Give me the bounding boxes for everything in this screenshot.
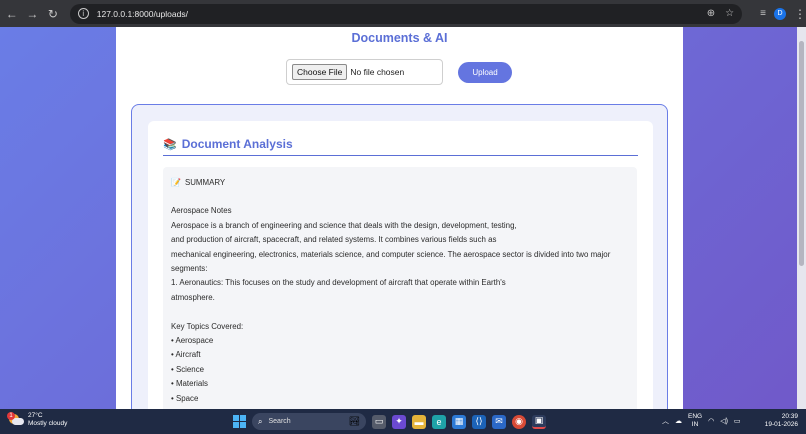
clock-time: 20:39 — [781, 413, 798, 420]
zoom-icon[interactable]: ⊕ — [707, 8, 715, 19]
summary-line: 1. Aeronautics: This focuses on the stud… — [171, 278, 506, 288]
chevron-up-icon[interactable]: ︿ — [662, 416, 669, 426]
summary-spacer — [171, 305, 629, 319]
lang-line-1: ENG — [688, 413, 703, 420]
choose-file-button[interactable]: Choose File — [292, 64, 348, 80]
windows-start-icon[interactable] — [233, 415, 246, 428]
chrome-icon[interactable]: ◉ — [512, 414, 526, 429]
search-icon: ⌕ — [258, 416, 263, 426]
summary-label: SUMMARY — [184, 178, 226, 187]
volume-icon[interactable]: ◁) — [720, 417, 728, 425]
site-info-icon[interactable]: i — [77, 8, 89, 19]
topic-item: • Materials — [171, 379, 208, 389]
bookmark-star-icon[interactable]: ☆ — [725, 8, 734, 19]
forward-icon[interactable]: → — [24, 7, 42, 21]
notification-badge: 1 — [7, 411, 15, 420]
summary-line: Aerospace is a branch of engineering and… — [171, 220, 517, 230]
upload-button[interactable]: Upload — [458, 62, 512, 83]
mail-icon[interactable]: ✉ — [492, 414, 506, 429]
analysis-title: Document Analysis — [181, 137, 293, 151]
page-scrollbar[interactable] — [797, 27, 806, 409]
weather-widget[interactable]: 1 27°C Mostly cloudy — [7, 411, 68, 428]
url-text[interactable]: 127.0.0.1:8000/uploads/ — [97, 9, 697, 19]
address-bar[interactable]: i 127.0.0.1:8000/uploads/ ⊕ ☆ — [69, 3, 743, 24]
summary-line: atmosphere. — [171, 292, 215, 302]
menu-kebab-icon[interactable]: ⋮ — [794, 7, 806, 21]
copilot-icon[interactable]: ✦ — [392, 414, 406, 429]
reload-icon[interactable]: ↻ — [44, 7, 62, 21]
weather-cloudy-icon: 1 — [7, 411, 24, 427]
weather-temp: 27°C — [28, 412, 43, 419]
summary-line: mechanical engineering, electronics, mat… — [171, 249, 611, 259]
taskbar-search[interactable]: ⌕ Search 🏞 — [252, 413, 366, 430]
analysis-header: 📚 Document Analysis — [163, 137, 638, 156]
page-viewport: Documents & AI Choose File No file chose… — [0, 27, 806, 409]
tab-search-icon[interactable]: ≡ — [760, 8, 766, 19]
analysis-container: 📚 Document Analysis 📝 SUMMARY Aerospace … — [131, 104, 668, 409]
books-icon: 📚 — [163, 138, 177, 151]
wifi-icon[interactable]: ◠ — [708, 417, 714, 425]
windows-taskbar: 1 27°C Mostly cloudy ⌕ Search 🏞 ▭ ✦ ▬ e … — [0, 409, 806, 434]
edge-browser-icon[interactable]: e — [432, 414, 446, 429]
weather-desc: Mostly cloudy — [28, 420, 68, 427]
summary-line: segments: — [171, 264, 208, 274]
store-icon[interactable]: ▦ — [452, 414, 466, 429]
lang-line-2: IN — [691, 420, 699, 428]
main-card: Documents & AI Choose File No file chose… — [116, 27, 683, 409]
topic-item: • Space — [171, 393, 199, 403]
analysis-panel: 📚 Document Analysis 📝 SUMMARY Aerospace … — [148, 121, 653, 409]
memo-icon: 📝 — [171, 178, 181, 187]
clock-date: 19-01-2026 — [764, 421, 798, 428]
file-input[interactable]: Choose File No file chosen — [286, 59, 443, 85]
battery-icon[interactable]: ▭ — [734, 417, 741, 425]
file-explorer-icon[interactable]: ▬ — [412, 414, 426, 429]
file-status-text: No file chosen — [350, 67, 405, 77]
system-clock[interactable]: 20:39 19-01-2026 — [762, 413, 798, 429]
search-placeholder: Search — [268, 418, 291, 425]
browser-toolbar: ← → ↻ i 127.0.0.1:8000/uploads/ ⊕ ☆ ≡ D … — [0, 0, 806, 27]
search-highlight-icon: 🏞 — [348, 416, 360, 426]
summary-line: and production of aircraft, spacecraft, … — [171, 235, 497, 245]
language-indicator[interactable]: ENG IN — [688, 413, 702, 428]
summary-line: Key Topics Covered: — [171, 321, 244, 331]
back-icon[interactable]: ← — [3, 7, 21, 21]
page-title: Documents & AI — [351, 31, 448, 45]
active-app-icon[interactable]: ▣ — [532, 414, 546, 429]
task-view-icon[interactable]: ▭ — [372, 414, 386, 429]
topic-item: • Aerospace — [171, 336, 214, 346]
profile-avatar[interactable]: D — [773, 7, 786, 20]
scrollbar-thumb[interactable] — [799, 41, 804, 266]
summary-box: 📝 SUMMARY Aerospace Notes Aerospace is a… — [163, 167, 637, 409]
topic-item: • Aircraft — [171, 350, 201, 360]
vscode-icon[interactable]: ⟨⟩ — [472, 414, 486, 429]
summary-heading: 📝 SUMMARY — [171, 176, 629, 190]
onedrive-cloud-icon[interactable]: ☁ — [675, 417, 682, 425]
topic-item: • Science — [171, 364, 205, 374]
summary-line: Aerospace Notes — [171, 206, 232, 216]
